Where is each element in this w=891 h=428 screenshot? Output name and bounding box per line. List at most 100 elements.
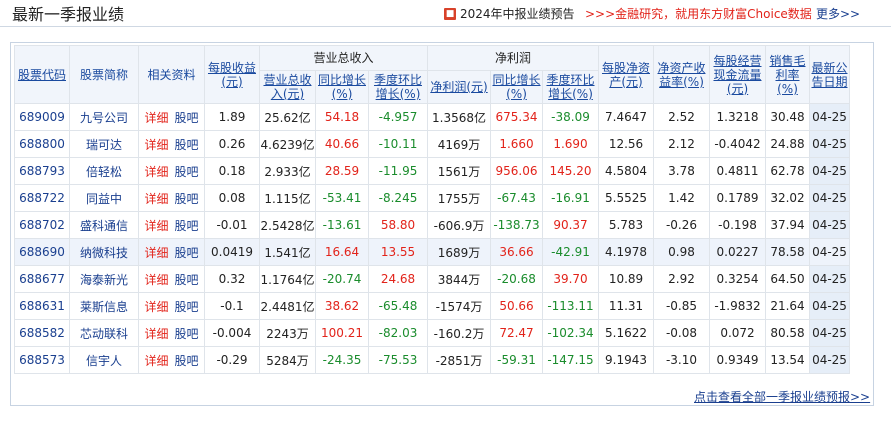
cell-net-profit: 1755万 [427, 184, 491, 212]
stock-name-link[interactable]: 芯动联科 [80, 327, 128, 341]
cell-net-profit: -2851万 [427, 346, 491, 374]
forum-link[interactable]: 股吧 [175, 246, 199, 260]
cell-revenue: 1.541亿 [259, 238, 316, 266]
stock-name-link[interactable]: 同益中 [86, 192, 122, 206]
more-link[interactable]: 更多>> [816, 5, 860, 22]
cell-code: 689009 [14, 103, 70, 131]
table-row[interactable]: 688690 纳微科技 详细 股吧 0.0419 1.541亿 16.64 13.55 1689… [14, 238, 850, 266]
cell-rel: 详细 股吧 [138, 211, 205, 239]
cell-name: 九号公司 [69, 103, 139, 131]
col-header-gross-margin[interactable]: 销售毛利率(%) [765, 45, 810, 104]
cell-revenue-yoy: 38.62 [315, 292, 369, 320]
stock-code-link[interactable]: 688702 [19, 218, 65, 232]
cell-profit-yoy: 36.66 [490, 238, 543, 266]
cell-rel: 详细 股吧 [138, 184, 205, 212]
col-header-roe[interactable]: 净资产收益率(%) [653, 45, 710, 104]
table-row[interactable]: 688677 海泰新光 详细 股吧 0.32 1.1764亿 -20.74 24.68 3844… [14, 265, 850, 293]
cell-rel: 详细 股吧 [138, 292, 205, 320]
stock-name-link[interactable]: 纳微科技 [80, 246, 128, 260]
col-header-revenue[interactable]: 营业总收入(元) [259, 70, 316, 104]
cell-net-profit: -1574万 [427, 292, 491, 320]
cell-revenue-qoq: -65.48 [368, 292, 428, 320]
col-header-ocf[interactable]: 每股经营现金流量(元) [709, 45, 766, 104]
stock-name-link[interactable]: 瑞可达 [86, 138, 122, 152]
detail-link[interactable]: 详细 [144, 246, 168, 260]
stock-name-link[interactable]: 盛科通信 [80, 219, 128, 233]
forum-link[interactable]: 股吧 [175, 354, 199, 368]
detail-link[interactable]: 详细 [144, 192, 168, 206]
cell-profit-qoq: 39.70 [542, 265, 599, 293]
col-header-revenue-yoy[interactable]: 同比增长(%) [315, 70, 369, 104]
table-row[interactable]: 689009 九号公司 详细 股吧 1.89 25.62亿 54.18 -4.957 1.356… [14, 103, 850, 131]
forum-link[interactable]: 股吧 [175, 219, 199, 233]
stock-name-link[interactable]: 海泰新光 [80, 273, 128, 287]
forum-link[interactable]: 股吧 [175, 192, 199, 206]
stock-code-link[interactable]: 688793 [19, 164, 65, 178]
col-header-code[interactable]: 股票代码 [14, 45, 70, 104]
cell-rel: 详细 股吧 [138, 130, 205, 158]
detail-link[interactable]: 详细 [144, 138, 168, 152]
stock-code-link[interactable]: 688722 [19, 191, 65, 205]
cell-eps: 0.32 [204, 265, 260, 293]
stock-name-link[interactable]: 莱斯信息 [80, 300, 128, 314]
col-header-eps[interactable]: 每股收益(元) [204, 45, 260, 104]
col-header-net-profit[interactable]: 净利润(元) [427, 70, 491, 104]
choice-promo-link[interactable]: >>>金融研究，就用东方财富Choice数据 [585, 5, 812, 22]
cell-revenue-qoq: -82.03 [368, 319, 428, 347]
stock-code-link[interactable]: 688573 [19, 353, 65, 367]
stock-code-link[interactable]: 688677 [19, 272, 65, 286]
cell-date: 04-25 [809, 211, 850, 239]
stock-name-link[interactable]: 信宇人 [86, 354, 122, 368]
col-header-profit-yoy[interactable]: 同比增长(%) [490, 70, 543, 104]
cell-code: 688702 [14, 211, 70, 239]
cell-net-profit: 1561万 [427, 157, 491, 185]
cell-net-profit: 1689万 [427, 238, 491, 266]
forum-link[interactable]: 股吧 [175, 327, 199, 341]
cell-name: 同益中 [69, 184, 139, 212]
table-row[interactable]: 688573 信宇人 详细 股吧 -0.29 5284万 -24.35 -75.53 -2851… [14, 346, 850, 374]
forecast-link[interactable]: 2024年中报业绩预告 [460, 5, 575, 22]
forum-link[interactable]: 股吧 [175, 300, 199, 314]
stock-code-link[interactable]: 688631 [19, 299, 65, 313]
col-header-bvps[interactable]: 每股净资产(元) [598, 45, 654, 104]
forum-link[interactable]: 股吧 [175, 111, 199, 125]
view-all-link[interactable]: 点击查看全部一季报业绩预报>> [694, 388, 870, 405]
table-row[interactable]: 688631 莱斯信息 详细 股吧 -0.1 2.4481亿 38.62 -65.48 -157… [14, 292, 850, 320]
forum-link[interactable]: 股吧 [175, 138, 199, 152]
cell-roe: 2.52 [653, 103, 710, 131]
table-row[interactable]: 688722 同益中 详细 股吧 0.08 1.115亿 -53.41 -8.245 1755万… [14, 184, 850, 212]
cell-roe: -0.08 [653, 319, 710, 347]
cell-revenue-qoq: -4.957 [368, 103, 428, 131]
detail-link[interactable]: 详细 [144, 354, 168, 368]
col-header-revenue-qoq[interactable]: 季度环比增长(%) [368, 70, 428, 104]
cell-roe: 2.12 [653, 130, 710, 158]
stock-name-link[interactable]: 倍轻松 [86, 165, 122, 179]
table-row[interactable]: 688793 倍轻松 详细 股吧 0.18 2.933亿 28.59 -11.95 1561万 9… [14, 157, 850, 185]
col-header-profit-qoq[interactable]: 季度环比增长(%) [542, 70, 599, 104]
stock-code-link[interactable]: 688582 [19, 326, 65, 340]
stock-code-link[interactable]: 688800 [19, 137, 65, 151]
cell-roe: -0.26 [653, 211, 710, 239]
col-header-date[interactable]: 最新公告日期 [809, 45, 850, 104]
stock-name-link[interactable]: 九号公司 [80, 111, 128, 125]
detail-link[interactable]: 详细 [144, 273, 168, 287]
detail-link[interactable]: 详细 [144, 219, 168, 233]
cell-name: 信宇人 [69, 346, 139, 374]
table-row[interactable]: 688582 芯动联科 详细 股吧 -0.004 2243万 100.21 -82.03 -16… [14, 319, 850, 347]
detail-link[interactable]: 详细 [144, 300, 168, 314]
detail-link[interactable]: 详细 [144, 111, 168, 125]
cell-eps: -0.29 [204, 346, 260, 374]
stock-code-link[interactable]: 688690 [19, 245, 65, 259]
detail-link[interactable]: 详细 [144, 327, 168, 341]
cell-revenue-yoy: 16.64 [315, 238, 369, 266]
detail-link[interactable]: 详细 [144, 165, 168, 179]
cell-profit-yoy: 956.06 [490, 157, 543, 185]
forum-link[interactable]: 股吧 [175, 165, 199, 179]
table-row[interactable]: 688800 瑞可达 详细 股吧 0.26 4.6239亿 40.66 -10.11 4169万… [14, 130, 850, 158]
cell-profit-yoy: 1.660 [490, 130, 543, 158]
cell-name: 海泰新光 [69, 265, 139, 293]
stock-code-link[interactable]: 689009 [19, 110, 65, 124]
forum-link[interactable]: 股吧 [175, 273, 199, 287]
cell-revenue: 4.6239亿 [259, 130, 316, 158]
table-row[interactable]: 688702 盛科通信 详细 股吧 -0.01 2.5428亿 -13.61 58.80 -60… [14, 211, 850, 239]
